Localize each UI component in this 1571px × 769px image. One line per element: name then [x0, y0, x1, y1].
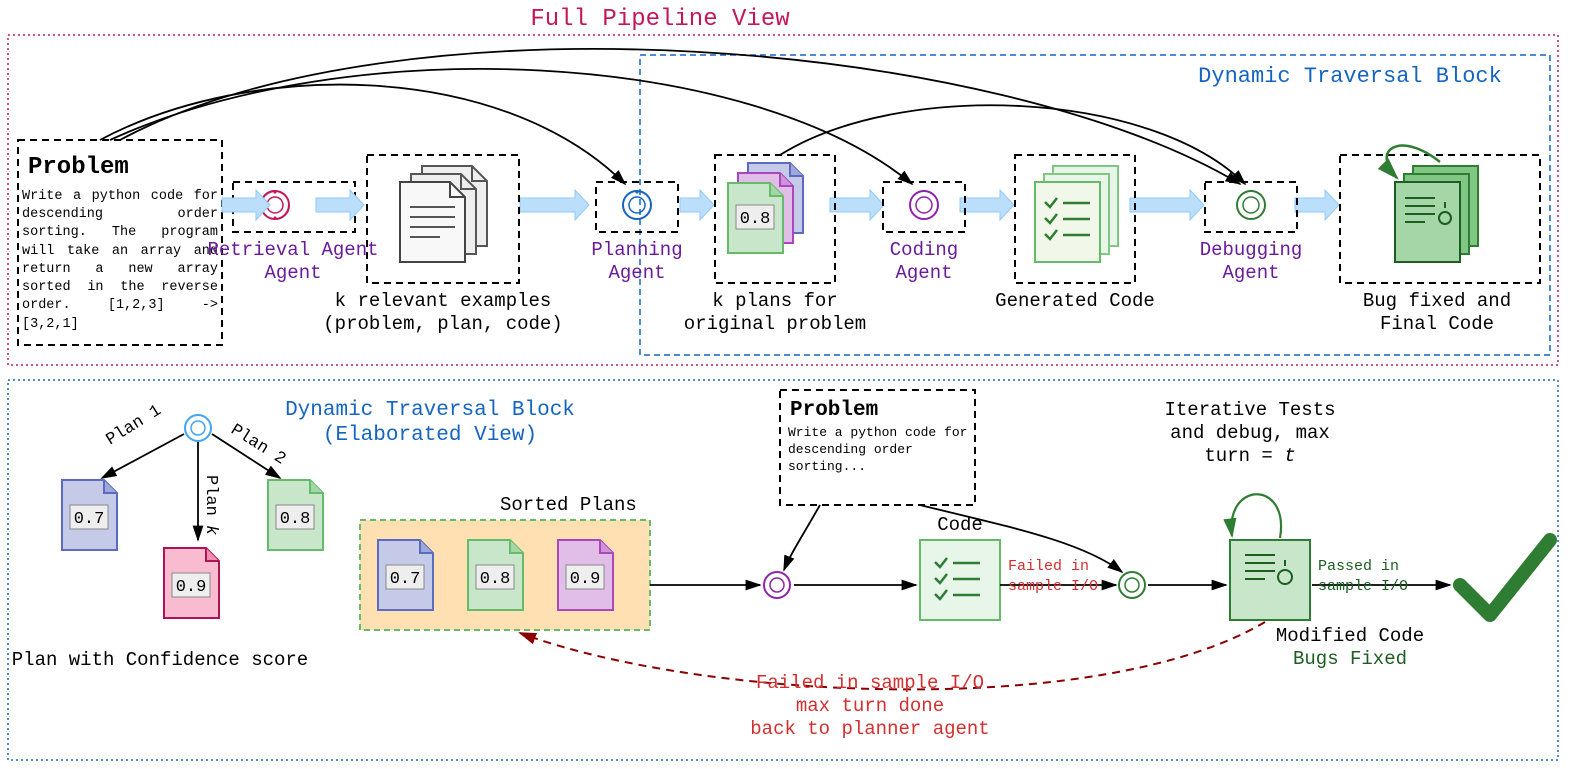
svg-text:Code: Code	[937, 514, 983, 536]
planner-icon-small	[185, 415, 211, 441]
pipeline-title: Full Pipeline View	[530, 6, 790, 33]
svg-text:Plan: Plan	[201, 475, 220, 516]
svg-text:Agent: Agent	[895, 262, 952, 284]
svg-text:Problem: Problem	[790, 399, 878, 422]
sorted-doc-09: 0.9	[558, 540, 613, 610]
feedback-arrows	[100, 49, 1245, 184]
finalcode-block: Bug fixed and Final Code	[1340, 146, 1540, 335]
svg-text:Agent: Agent	[264, 262, 321, 284]
diagram-canvas: Full Pipeline View Dynamic Traversal Blo…	[0, 0, 1571, 769]
svg-text:Sorted Plans: Sorted Plans	[500, 494, 637, 516]
svg-text:Agent: Agent	[608, 262, 665, 284]
svg-text:Debugging: Debugging	[1200, 239, 1303, 261]
problem-heading: Problem	[28, 154, 129, 181]
plan-doc-08: 0.8	[268, 480, 323, 550]
svg-text:Iterative Tests: Iterative Tests	[1164, 399, 1335, 421]
plan-doc-09: 0.9	[164, 548, 219, 618]
plans-block: 0.8 k plans for original problem	[684, 155, 866, 335]
svg-text:Bugs Fixed: Bugs Fixed	[1293, 648, 1407, 670]
iter-loop-arrow	[1231, 494, 1281, 538]
problem-box: Problem Write a python code for descendi…	[18, 140, 222, 345]
problem-box-small: Problem Write a python code for descendi…	[780, 390, 975, 505]
svg-text:Agent: Agent	[1222, 262, 1279, 284]
svg-text:turn = t: turn = t	[1204, 445, 1295, 467]
dynamic-block-title: Dynamic Traversal Block	[1198, 64, 1502, 89]
generated-code-block: Generated Code	[995, 155, 1155, 312]
svg-text:Retrieval Agent: Retrieval Agent	[207, 239, 378, 261]
svg-text:0.8: 0.8	[280, 510, 311, 529]
svg-text:Bug fixed and: Bug fixed and	[1363, 290, 1511, 312]
svg-text:0.9: 0.9	[570, 570, 601, 589]
svg-text:0.7: 0.7	[390, 570, 421, 589]
svg-text:back to planner agent: back to planner agent	[750, 718, 989, 740]
svg-text:Generated Code: Generated Code	[995, 290, 1155, 312]
svg-text:k plans for: k plans for	[712, 290, 837, 312]
svg-text:sample I/O: sample I/O	[1318, 578, 1408, 595]
svg-text:0.7: 0.7	[74, 510, 105, 529]
svg-text:Passed in: Passed in	[1318, 558, 1399, 575]
svg-text:(problem, plan, code): (problem, plan, code)	[323, 313, 562, 335]
agent-icon	[1237, 191, 1265, 219]
problem-body: Write a python code for descending order…	[22, 188, 218, 334]
svg-text:(Elaborated View): (Elaborated View)	[323, 424, 537, 447]
debugging-agent-small-icon	[1119, 572, 1145, 598]
agent-icon	[623, 191, 651, 219]
plan-doc-07: 0.7	[62, 480, 117, 550]
svg-text:k relevant examples: k relevant examples	[335, 290, 552, 312]
debugging-agent: Debugging Agent	[1200, 182, 1303, 284]
svg-text:0.9: 0.9	[176, 578, 207, 597]
svg-text:max turn done: max turn done	[796, 695, 944, 717]
svg-text:Plan 1: Plan 1	[103, 402, 165, 451]
svg-text:Plan with Confidence score: Plan with Confidence score	[12, 649, 308, 671]
svg-text:0.8: 0.8	[480, 570, 511, 589]
svg-text:Failed in sample I/O: Failed in sample I/O	[756, 672, 984, 694]
svg-text:Planning: Planning	[591, 239, 682, 261]
svg-text:k: k	[201, 525, 220, 536]
svg-text:sample I/O: sample I/O	[1008, 578, 1098, 595]
agent-icon	[910, 191, 938, 219]
sorted-doc-08: 0.8	[468, 540, 523, 610]
svg-text:0.8: 0.8	[740, 210, 771, 229]
modified-code-box	[1230, 540, 1310, 620]
planning-agent: Planning Agent	[591, 182, 682, 284]
svg-text:Modified Code: Modified Code	[1276, 625, 1424, 647]
svg-text:original problem: original problem	[684, 313, 866, 335]
svg-text:Final Code: Final Code	[1380, 313, 1494, 335]
svg-text:Coding: Coding	[890, 239, 958, 261]
coding-agent: Coding Agent	[883, 182, 965, 284]
sorted-doc-07: 0.7	[378, 540, 433, 610]
checkmark-icon	[1460, 540, 1550, 615]
svg-text:Dynamic Traversal Block: Dynamic Traversal Block	[285, 399, 575, 422]
coding-agent-small-icon	[764, 572, 790, 598]
svg-text:Plan 2: Plan 2	[227, 421, 289, 470]
svg-text:Failed in: Failed in	[1008, 558, 1089, 575]
svg-text:and debug, max: and debug, max	[1170, 422, 1330, 444]
